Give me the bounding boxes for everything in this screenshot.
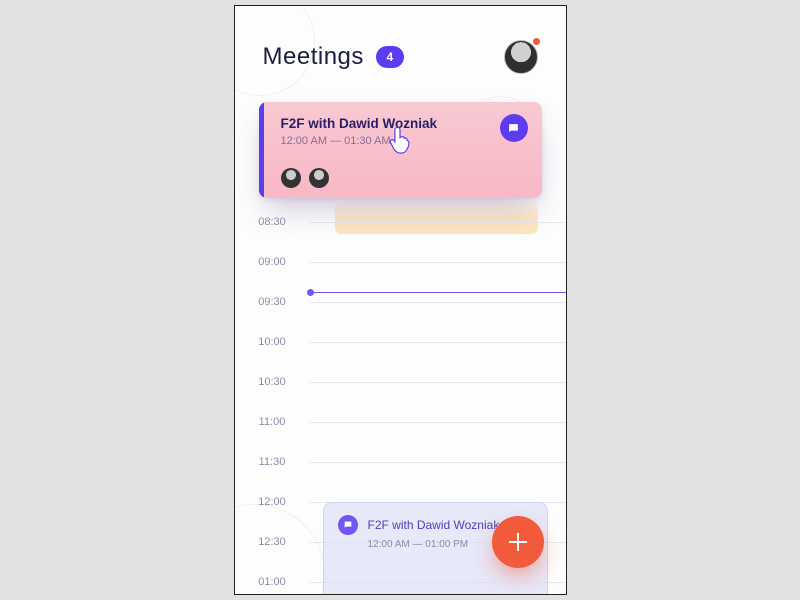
time-label: 09:30	[235, 296, 310, 308]
chat-button[interactable]	[500, 114, 528, 142]
time-slot: 11:00	[235, 402, 566, 442]
time-label: 11:30	[235, 456, 310, 468]
chat-icon	[338, 515, 358, 535]
time-slot: 10:30	[235, 362, 566, 402]
touch-cursor-icon	[383, 124, 417, 158]
app-screen: Meetings 4 F2F with Dawid Wozniak 12:00 …	[234, 5, 567, 595]
time-label: 12:30	[235, 536, 310, 548]
avatar	[504, 40, 538, 74]
notification-dot-icon	[533, 38, 540, 45]
attendee-avatar	[309, 168, 329, 188]
time-label: 10:30	[235, 376, 310, 388]
time-label: 01:00	[235, 576, 310, 588]
current-time-indicator	[310, 292, 566, 293]
attendee-avatar	[281, 168, 301, 188]
meetings-count-badge: 4	[376, 46, 404, 68]
header: Meetings 4	[263, 40, 538, 74]
event-title: F2F with Dawid Wozniak	[368, 518, 500, 532]
time-slot: 11:30	[235, 442, 566, 482]
chat-icon	[507, 122, 520, 135]
time-slot: 08:30	[235, 202, 566, 242]
time-slot: 10:00	[235, 322, 566, 362]
time-label: 08:30	[235, 216, 310, 228]
time-label: 12:00	[235, 496, 310, 508]
profile-button[interactable]	[504, 40, 538, 74]
time-slot: 09:30	[235, 282, 566, 322]
time-label: 11:00	[235, 416, 310, 428]
time-slot: 09:00	[235, 242, 566, 282]
time-label: 09:00	[235, 256, 310, 268]
time-label: 10:00	[235, 336, 310, 348]
add-meeting-button[interactable]	[492, 516, 544, 568]
page-title: Meetings	[263, 43, 364, 71]
